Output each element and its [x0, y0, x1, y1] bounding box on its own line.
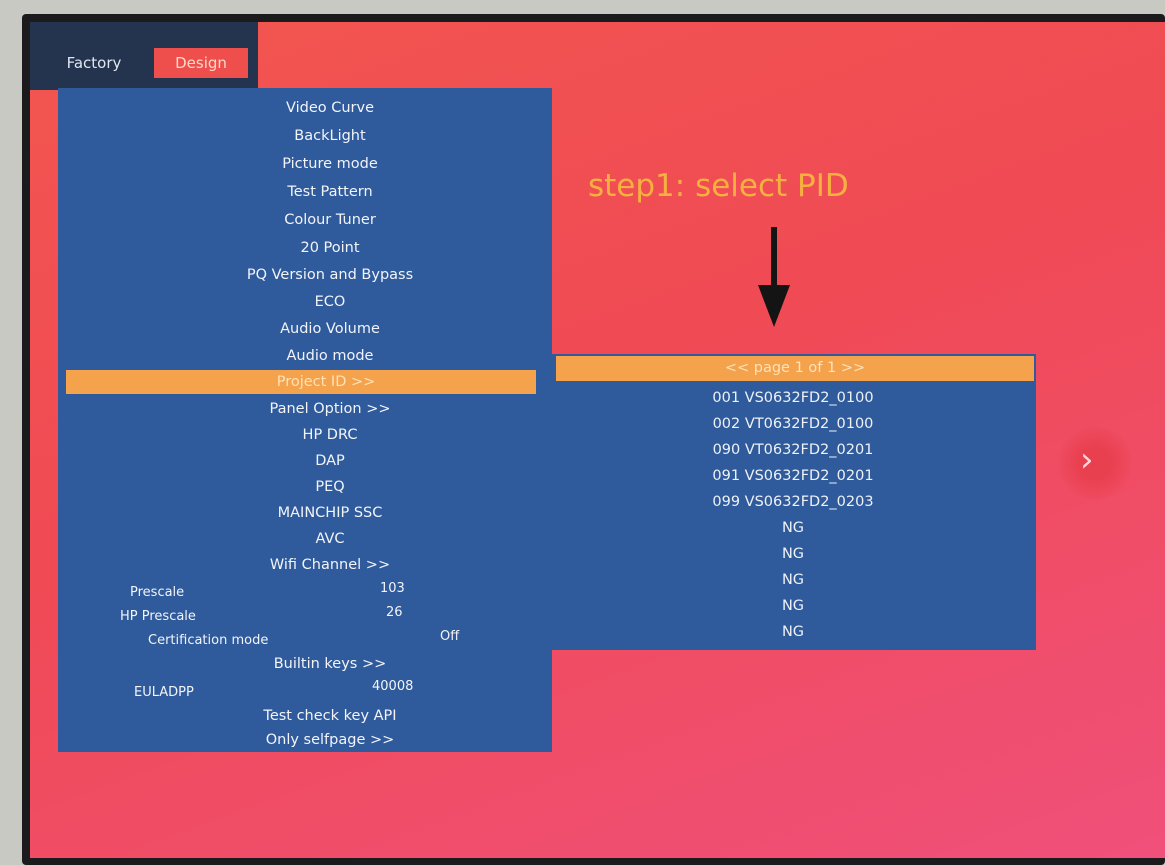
- pid-page-header[interactable]: << page 1 of 1 >>: [556, 356, 1034, 381]
- menu-item-backlight[interactable]: BackLight: [58, 124, 552, 148]
- pid-list-item[interactable]: NG: [550, 516, 1036, 541]
- pid-list-item[interactable]: 002 VT0632FD2_0100: [550, 412, 1036, 437]
- hp-prescale-label: HP Prescale: [120, 609, 196, 624]
- prescale-value[interactable]: 103: [380, 578, 405, 600]
- chevron-right-icon: ›: [1080, 440, 1094, 480]
- tab-factory[interactable]: Factory: [52, 48, 136, 78]
- menu-item-video-curve[interactable]: Video Curve: [58, 96, 552, 120]
- menu-item-audio-mode[interactable]: Audio mode: [58, 344, 552, 368]
- certification-mode-label: Certification mode: [148, 633, 269, 648]
- pid-list-item[interactable]: NG: [550, 620, 1036, 645]
- next-page-button[interactable]: ›: [1058, 426, 1132, 500]
- menu-item-project-id[interactable]: Project ID >>: [66, 370, 536, 394]
- euladpp-value[interactable]: 40008: [372, 676, 413, 698]
- tab-design[interactable]: Design: [154, 48, 248, 78]
- pid-list-item[interactable]: 001 VS0632FD2_0100: [550, 386, 1036, 411]
- menu-item-wifi-channel[interactable]: Wifi Channel >>: [58, 553, 552, 577]
- tab-bar: Factory Design: [30, 22, 258, 90]
- menu-item-hp-drc[interactable]: HP DRC: [58, 423, 552, 447]
- pid-list-item[interactable]: 091 VS0632FD2_0201: [550, 464, 1036, 489]
- certification-mode-value[interactable]: Off: [440, 626, 459, 648]
- prescale-label: Prescale: [130, 585, 185, 600]
- menu-item-avc[interactable]: AVC: [58, 527, 552, 551]
- menu-item-peq[interactable]: PEQ: [58, 475, 552, 499]
- pid-list-item[interactable]: NG: [550, 542, 1036, 567]
- tv-screen: Factory Design Video Curve BackLight Pic…: [30, 22, 1165, 858]
- menu-item-picture-mode[interactable]: Picture mode: [58, 152, 552, 176]
- menu-item-audio-volume[interactable]: Audio Volume: [58, 317, 552, 341]
- menu-item-eco[interactable]: ECO: [58, 290, 552, 314]
- pid-list-panel: << page 1 of 1 >> 001 VS0632FD2_0100 002…: [550, 354, 1036, 650]
- menu-item-builtin-keys[interactable]: Builtin keys >>: [58, 652, 552, 676]
- arrow-down-icon: [756, 227, 792, 331]
- hp-prescale-value[interactable]: 26: [386, 602, 403, 624]
- menu-item-panel-option[interactable]: Panel Option >>: [58, 397, 552, 421]
- step-annotation: step1: select PID: [588, 168, 849, 204]
- euladpp-label: EULADPP: [134, 685, 194, 700]
- design-menu: Video Curve BackLight Picture mode Test …: [58, 88, 552, 752]
- pid-list-item[interactable]: NG: [550, 594, 1036, 619]
- pid-list-item[interactable]: 099 VS0632FD2_0203: [550, 490, 1036, 515]
- pid-list-item[interactable]: 090 VT0632FD2_0201: [550, 438, 1036, 463]
- menu-item-pq-version[interactable]: PQ Version and Bypass: [58, 263, 552, 287]
- pid-list-item[interactable]: NG: [550, 568, 1036, 593]
- menu-item-20-point[interactable]: 20 Point: [58, 236, 552, 260]
- menu-item-only-selfpage[interactable]: Only selfpage >>: [58, 728, 552, 752]
- menu-item-test-check-key-api[interactable]: Test check key API: [58, 704, 552, 728]
- menu-item-colour-tuner[interactable]: Colour Tuner: [58, 208, 552, 232]
- menu-item-mainchip-ssc[interactable]: MAINCHIP SSC: [58, 501, 552, 525]
- menu-item-test-pattern[interactable]: Test Pattern: [58, 180, 552, 204]
- menu-item-dap[interactable]: DAP: [58, 449, 552, 473]
